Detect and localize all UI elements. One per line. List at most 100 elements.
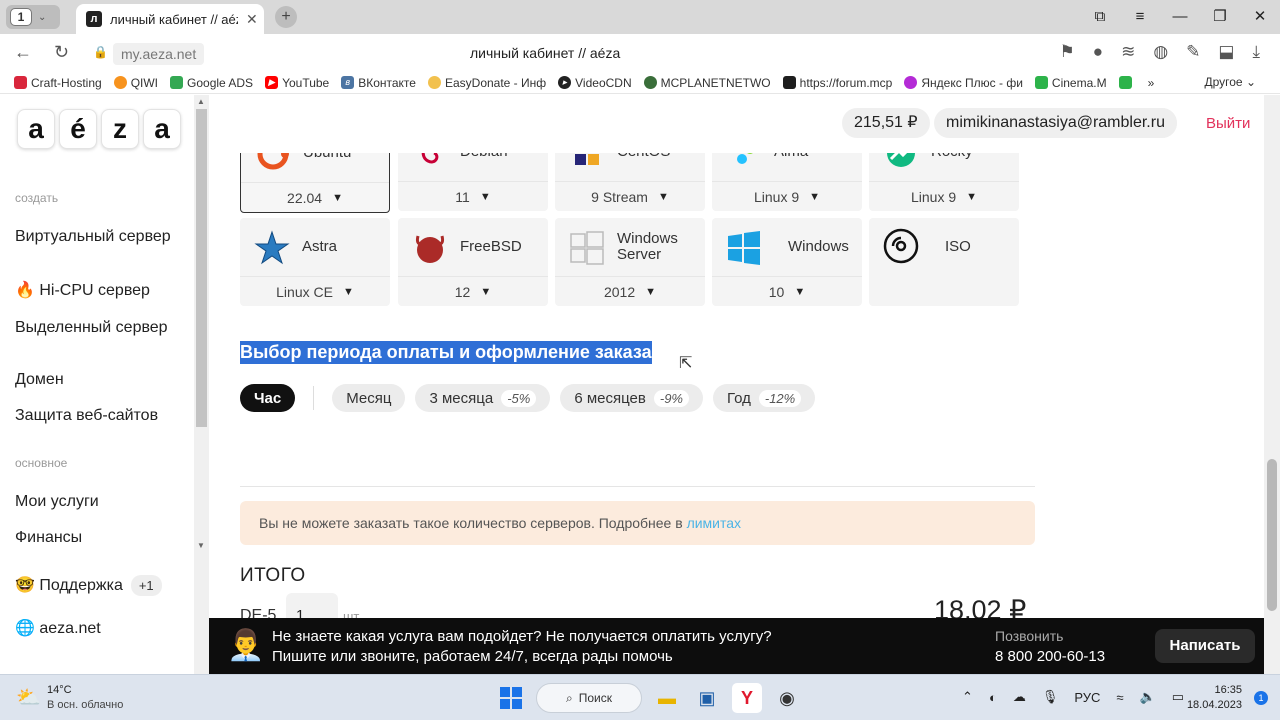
tab-counter-button[interactable]: 1 ⌄ [6, 5, 60, 29]
bookmark-item[interactable]: https://forum.mcp [782, 76, 892, 90]
write-button[interactable]: Написать [1155, 629, 1255, 663]
os-card-windows[interactable]: Windows 10 ▼ [712, 218, 862, 306]
sidebar-item-support[interactable]: 🤓 Поддержка +1 [15, 575, 185, 596]
sidebar-item-web-protection[interactable]: Защита веб-сайтов [15, 407, 185, 424]
bookmark-item[interactable] [1118, 76, 1136, 89]
bookmark-item[interactable]: ▸ VideoCDN [558, 76, 632, 90]
os-version-select[interactable]: 10 ▼ [712, 276, 862, 306]
weather-description[interactable]: В осн. облачно [47, 699, 123, 711]
scroll-down-icon[interactable]: ▼ [197, 541, 205, 550]
globe-icon[interactable]: ◍ [1153, 42, 1168, 62]
bookmark-item[interactable]: MCPLANETNETWO [643, 76, 771, 90]
store-icon[interactable]: ▣ [692, 683, 722, 713]
bookmark-icon[interactable]: ⚑ [1060, 42, 1075, 62]
page-scroll-thumb[interactable] [1267, 459, 1277, 611]
tray-vpn-icon[interactable]: ☁ [1013, 689, 1026, 705]
taskbar-search[interactable]: ⌕ Поиск [536, 683, 642, 713]
menu-icon[interactable]: ≡ [1120, 0, 1160, 34]
more-bookmarks-icon[interactable]: » [1148, 76, 1155, 90]
bookmark-item[interactable]: Craft-Hosting [14, 76, 102, 90]
account-email[interactable]: mimikinanastasiya@rambler.ru [934, 108, 1177, 138]
page-scrollbar[interactable] [1264, 95, 1280, 674]
logout-link[interactable]: Выйти [1206, 115, 1250, 132]
active-tab[interactable]: л личный кабинет // aéza ✕ [76, 4, 264, 34]
sidebar-item-aeza-site[interactable]: 🌐 aeza.net [15, 620, 185, 637]
sidebar-scroll-thumb[interactable] [196, 109, 207, 427]
sidebar-item-finances[interactable]: Финансы [15, 529, 185, 546]
close-tab-icon[interactable]: ✕ [246, 11, 258, 28]
other-bookmarks[interactable]: Другое ⌄ [1204, 75, 1256, 89]
bookmark-panel-icon[interactable]: ⧉ [1080, 0, 1120, 34]
os-version-select[interactable]: 22.04 ▼ [241, 182, 389, 212]
notification-badge[interactable]: 1 [1254, 691, 1268, 705]
wifi-icon[interactable]: ≈ [1116, 690, 1123, 705]
support-phone[interactable]: 8 800 200-60-13 [995, 648, 1105, 665]
limits-link[interactable]: лимитах [687, 515, 741, 531]
close-window-icon[interactable]: ✕ [1240, 0, 1280, 34]
file-explorer-icon[interactable]: ▬ [652, 683, 682, 713]
start-button[interactable] [496, 683, 526, 713]
aeza-logo[interactable]: a é z a [17, 109, 181, 149]
os-card-freebsd[interactable]: FreeBSD 12 ▼ [398, 218, 548, 306]
sidebar-item-dedicated[interactable]: Выделенный сервер [15, 319, 185, 336]
minimize-icon[interactable]: — [1160, 0, 1200, 34]
new-tab-button[interactable]: + [275, 6, 297, 28]
lock-icon[interactable]: 🔒 [93, 45, 108, 59]
os-version-select[interactable]: 9 Stream ▼ [555, 181, 705, 211]
alice-icon[interactable]: ● [1093, 42, 1103, 62]
extension-icon[interactable]: ✎ [1186, 42, 1200, 62]
bookmark-item[interactable]: Google ADS [170, 76, 253, 90]
bookmark-item[interactable]: EasyDonate - Инф [427, 76, 546, 90]
os-version-select[interactable]: 2012 ▼ [555, 276, 705, 306]
qiwi-icon [113, 76, 127, 89]
os-version-select[interactable]: Linux 9 ▼ [869, 181, 1019, 211]
sidebar-item-hi-cpu[interactable]: 🔥 Hi-CPU сервер [15, 282, 185, 299]
restore-icon[interactable]: ❐ [1200, 0, 1240, 34]
period-option-year[interactable]: Год -12% [712, 384, 816, 412]
system-clock[interactable]: 16:35 18.04.2023 [1187, 683, 1242, 713]
balance-badge[interactable]: 215,51 ₽ [842, 108, 930, 138]
weather-cloud-icon[interactable]: ⛅ [16, 685, 41, 710]
os-version-select[interactable]: Linux CE ▼ [240, 276, 390, 306]
sidebar-item-domain[interactable]: Домен [15, 371, 185, 388]
tray-app-icon[interactable]: ◐ [989, 690, 997, 705]
sidebar-item-my-services[interactable]: Мои услуги [15, 493, 185, 510]
bookmark-item[interactable]: ▶ YouTube [265, 76, 329, 90]
weather-temperature[interactable]: 14°C [47, 684, 72, 696]
freebsd-icon [415, 235, 445, 263]
back-icon[interactable]: ← [14, 42, 32, 63]
os-version-select[interactable]: 12 ▼ [398, 276, 548, 306]
sidebar-scrollbar[interactable]: ▲ ▼ [194, 95, 209, 674]
bookmark-item[interactable]: в ВКонтакте [341, 76, 416, 90]
battery-icon[interactable]: ▭ [1172, 689, 1184, 705]
os-version-select[interactable]: Linux 9 ▼ [712, 181, 862, 211]
os-card-astra[interactable]: Astra Linux CE ▼ [240, 218, 390, 306]
bookmark-item[interactable]: Яндекс Плюс - фи [904, 76, 1023, 90]
os-card-iso[interactable]: ISO [869, 218, 1019, 306]
input-language[interactable]: РУС [1074, 690, 1100, 705]
scroll-up-icon[interactable]: ▲ [197, 97, 205, 106]
period-option-hour[interactable]: Час [240, 384, 296, 412]
logo-letter: é [59, 109, 97, 149]
bookmark-item[interactable]: QIWI [113, 76, 158, 90]
bookmark-item[interactable]: Cinema.M [1034, 76, 1107, 90]
os-version-select[interactable]: 11 ▼ [398, 181, 548, 211]
microphone-icon[interactable]: 🎙 [1042, 689, 1059, 705]
volume-icon[interactable]: 🔈 [1140, 689, 1156, 705]
sidebar-item-vps[interactable]: Виртуальный сервер [15, 228, 185, 245]
mcplanet-icon [643, 76, 657, 89]
period-option-month[interactable]: Месяц [332, 384, 406, 412]
period-option-6-months[interactable]: 6 месяцев -9% [560, 384, 703, 412]
yandex-browser-icon[interactable]: Y [732, 683, 762, 713]
cinema-icon [1034, 76, 1048, 89]
windows-start-icon [500, 687, 522, 709]
download-icon[interactable]: ⬓ [1218, 42, 1234, 62]
reload-icon[interactable]: ↻ [54, 42, 69, 63]
period-option-3-months[interactable]: 3 месяца -5% [415, 384, 551, 412]
tray-expand-icon[interactable]: ⌃ [962, 689, 973, 705]
download-arrow-icon[interactable]: ⤓ [1252, 42, 1260, 62]
url-field[interactable]: my.aeza.net [113, 43, 205, 65]
os-card-windows-server[interactable]: Windows Server 2012 ▼ [555, 218, 705, 306]
obs-icon[interactable]: ◉ [772, 683, 802, 713]
audio-wave-icon[interactable]: ≋ [1121, 42, 1135, 62]
